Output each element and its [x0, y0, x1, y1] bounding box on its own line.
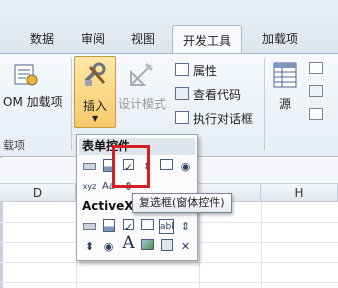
- grid-line: [0, 262, 338, 263]
- tab-data[interactable]: 数据: [30, 30, 54, 47]
- insert-button[interactable]: 插入 ▼: [74, 56, 116, 128]
- ax-spin-button-icon[interactable]: ⬍: [82, 239, 97, 254]
- toolbox-icon: [82, 61, 110, 89]
- option-button-control-icon[interactable]: ◉: [178, 159, 193, 174]
- source-icon[interactable]: [272, 60, 298, 90]
- ax-toggle-button-icon[interactable]: [159, 239, 174, 254]
- design-mode-label[interactable]: 设计模式: [118, 95, 166, 112]
- ax-combo-box-icon[interactable]: [101, 219, 116, 234]
- ax-label-icon[interactable]: A: [121, 235, 136, 252]
- ax-image-icon[interactable]: [140, 239, 155, 254]
- ax-checkbox-icon[interactable]: ✓: [121, 219, 136, 234]
- grid-line: [0, 282, 338, 283]
- chevron-down-icon: ▼: [92, 114, 99, 123]
- ax-scroll-bar-icon[interactable]: ⇕: [178, 219, 193, 234]
- ax-text-box-icon[interactable]: abl: [159, 219, 174, 234]
- source-label[interactable]: 源: [279, 95, 291, 112]
- ax-more-controls-icon[interactable]: ✕: [178, 239, 193, 254]
- group-separator-2: [264, 58, 265, 150]
- group-separator: [71, 58, 72, 150]
- tab-developer[interactable]: 开发工具: [172, 25, 243, 55]
- checkbox-tooltip: 复选框(窗体控件): [132, 193, 232, 213]
- properties-label[interactable]: 属性: [193, 62, 217, 79]
- view-code-icon: [175, 87, 189, 100]
- com-addin-icon[interactable]: [13, 62, 39, 88]
- ax-list-box-icon[interactable]: [140, 219, 155, 234]
- group-label-addins: 载项: [3, 139, 25, 152]
- ax-option-button-icon[interactable]: ◉: [101, 239, 116, 254]
- view-code-label[interactable]: 查看代码: [193, 86, 241, 103]
- grid-line: [199, 202, 200, 288]
- column-header-d[interactable]: D: [0, 184, 76, 202]
- tab-review[interactable]: 审阅: [81, 30, 105, 47]
- tab-view[interactable]: 视图: [131, 30, 155, 47]
- run-dialog-label[interactable]: 执行对话框: [193, 110, 253, 127]
- grid-line: [261, 202, 262, 288]
- run-dialog-icon: [175, 111, 189, 124]
- button-control-icon[interactable]: [82, 159, 97, 174]
- list-box-control-icon[interactable]: [159, 159, 174, 174]
- map-properties-icon: [309, 62, 323, 74]
- checkbox-highlight-box: [112, 145, 150, 188]
- ribbon-tab-bar: 数据 审阅 视图 开发工具 加载项: [0, 0, 338, 55]
- insert-label: 插入: [83, 99, 108, 113]
- ax-button-icon[interactable]: [82, 219, 97, 234]
- group-box-control-icon[interactable]: xyz: [82, 179, 97, 194]
- refresh-data-icon: [309, 108, 323, 120]
- design-mode-icon[interactable]: [126, 60, 156, 90]
- excel-window: 数据 审阅 视图 开发工具 加载项 OM 加载项 载项 插入 ▼ 设计模式 属性…: [0, 0, 338, 288]
- tab-addins[interactable]: 加载项: [262, 30, 298, 47]
- expansion-packs-icon: [309, 85, 323, 97]
- com-addin-label[interactable]: OM 加载项: [3, 93, 63, 110]
- column-header-h[interactable]: H: [261, 184, 338, 202]
- properties-icon: [175, 63, 189, 76]
